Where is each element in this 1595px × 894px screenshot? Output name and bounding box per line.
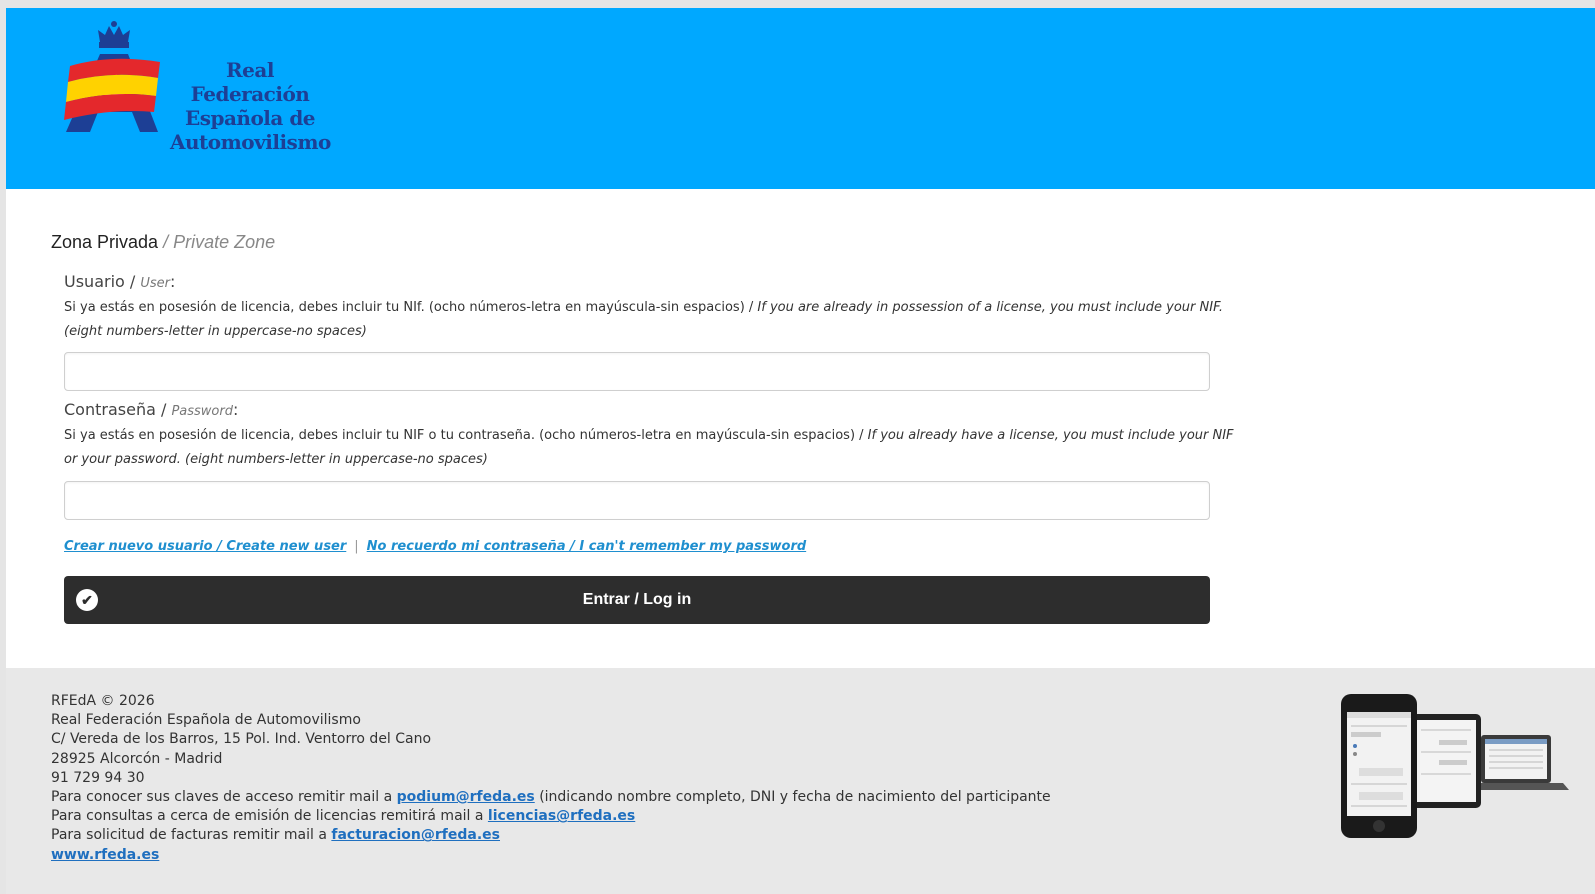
footer-org-name: Real Federación Española de Automovilism…: [51, 712, 361, 729]
logo-line-2: Española de: [184, 106, 316, 130]
password-help-text: Si ya estás en posesión de licencia, deb…: [64, 424, 1234, 472]
podium-email-link[interactable]: podium@rfeda.es: [397, 789, 535, 805]
user-label-es: Usuario /: [64, 272, 141, 291]
footer-address: C/ Vereda de los Barros, 15 Pol. Ind. Ve…: [51, 731, 432, 748]
user-help-text: Si ya estás en posesión de licencia, deb…: [64, 296, 1234, 344]
page-title: Zona Privada / Private Zone: [51, 232, 275, 253]
check-icon: ✔: [76, 589, 98, 611]
password-label-es: Contraseña /: [64, 400, 172, 419]
facturacion-email-link[interactable]: facturacion@rfeda.es: [331, 827, 500, 843]
page-title-es: Zona Privada: [51, 232, 159, 252]
footer-invoices-line: Para solicitud de facturas remitir mail …: [51, 826, 1051, 845]
crown-flag-icon: [64, 21, 160, 132]
footer: RFEdA © 2026 Real Federación Española de…: [6, 668, 1595, 894]
website-link[interactable]: www.rfeda.es: [51, 847, 159, 863]
footer-website-line: www.rfeda.es: [51, 846, 1051, 865]
forgot-password-link[interactable]: No recuerdo mi contraseña / I can't reme…: [367, 539, 807, 554]
user-help-es: Si ya estás en posesión de licencia, deb…: [64, 300, 758, 315]
footer-access-prefix: Para conocer sus claves de acceso remiti…: [51, 789, 397, 806]
page: Real Federación Española de Automovilism…: [6, 8, 1595, 894]
password-input[interactable]: [64, 481, 1210, 520]
licencias-email-link[interactable]: licencias@rfeda.es: [488, 808, 635, 824]
password-help-es: Si ya estás en posesión de licencia, deb…: [64, 428, 868, 443]
login-button-label: Entrar / Log in: [582, 591, 692, 608]
footer-info: RFEdA © 2026 Real Federación Española de…: [51, 692, 1051, 865]
user-label-en: User: [140, 276, 171, 291]
footer-copyright: RFEdA © 2026: [51, 693, 155, 709]
user-label-colon: :: [170, 272, 176, 291]
page-title-en: Private Zone: [173, 232, 276, 252]
footer-licenses-line: Para consultas a cerca de emisión de lic…: [51, 807, 1051, 826]
password-label-en: Password: [171, 404, 233, 419]
create-user-link[interactable]: Crear nuevo usuario / Create new user: [64, 539, 346, 554]
footer-access-line: Para conocer sus claves de acceso remiti…: [51, 788, 1051, 807]
user-input[interactable]: [64, 352, 1210, 391]
page-title-sep: /: [158, 232, 174, 252]
devices-image: [1341, 694, 1569, 838]
account-links: Crear nuevo usuario / Create new user | No…: [64, 539, 806, 554]
password-label-colon: :: [233, 400, 239, 419]
password-label: Contraseña / Password:: [64, 400, 238, 419]
footer-invoices-prefix: Para solicitud de facturas remitir mail …: [51, 827, 332, 844]
logo-line-1: Real Federación: [190, 58, 310, 106]
footer-phone: 91 729 94 30: [51, 769, 145, 786]
footer-access-suffix: (indicando nombre completo, DNI y fecha …: [534, 789, 1051, 806]
header: Real Federación Española de Automovilism…: [6, 8, 1595, 189]
logo-text: Real Federación Española de Automovilism…: [170, 58, 331, 154]
login-button[interactable]: ✔ Entrar / Log in: [64, 576, 1210, 624]
logo-line-3: Automovilismo: [170, 130, 331, 154]
footer-city: 28925 Alcorcón - Madrid: [51, 750, 223, 767]
links-separator: |: [354, 539, 359, 554]
rfeda-logo[interactable]: Real Federación Española de Automovilism…: [62, 20, 332, 154]
user-label: Usuario / User:: [64, 272, 175, 291]
footer-licenses-prefix: Para consultas a cerca de emisión de lic…: [51, 808, 488, 825]
